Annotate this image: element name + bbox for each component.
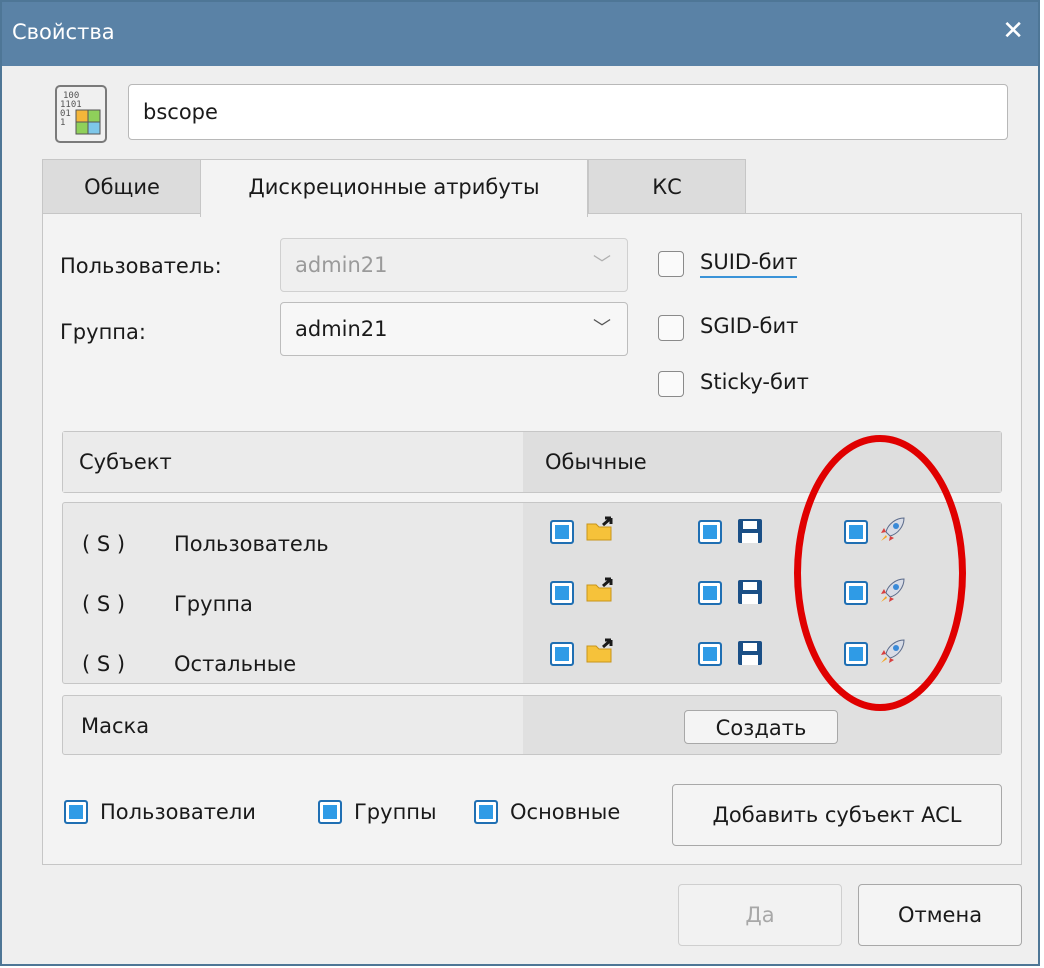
user-read-checkbox[interactable]	[550, 520, 574, 544]
user-label: Пользователь:	[60, 254, 222, 278]
tab-general[interactable]: Общие	[42, 159, 202, 214]
acl-table-header: Субъект Обычные	[62, 431, 1002, 493]
column-subject[interactable]: Субъект	[79, 450, 172, 474]
filter-users-checkbox[interactable]	[64, 800, 88, 824]
user-combo: admin21 ﹀	[280, 238, 628, 292]
window-title: Свойства	[12, 20, 115, 44]
ok-button[interactable]: Да	[678, 884, 842, 946]
user-write-checkbox[interactable]	[698, 520, 722, 544]
tab-discretionary-attributes[interactable]: Дискреционные атрибуты	[200, 159, 588, 217]
user-combo-value: admin21	[295, 253, 388, 277]
chevron-down-icon: ﹀	[593, 318, 611, 339]
mask-label: Маска	[81, 714, 150, 738]
row-tag: ( S )	[82, 532, 126, 556]
user-exec-checkbox[interactable]	[844, 520, 868, 544]
filter-users-label[interactable]: Пользователи	[100, 800, 256, 824]
group-read-checkbox[interactable]	[550, 581, 574, 605]
others-read-checkbox[interactable]	[550, 642, 574, 666]
binary-file-icon: 100 1101 01 1	[55, 85, 107, 143]
row-subject-user[interactable]: Пользователь	[174, 532, 329, 556]
sticky-label[interactable]: Sticky-бит	[700, 370, 809, 394]
properties-dialog: Свойства ✕ 100 1101 01 1 Общие Дискрецио…	[0, 0, 1040, 966]
sgid-checkbox[interactable]	[658, 315, 684, 341]
close-icon[interactable]: ✕	[1002, 16, 1024, 46]
title-bar[interactable]: Свойства ✕	[2, 2, 1038, 66]
row-subject-group[interactable]: Группа	[174, 592, 253, 616]
rocket-icon	[881, 578, 905, 602]
column-regular-permissions[interactable]: Обычные	[545, 450, 647, 474]
filter-basic-label[interactable]: Основные	[510, 800, 620, 824]
folder-open-icon	[586, 577, 613, 602]
sticky-checkbox[interactable]	[658, 371, 684, 397]
filter-groups-checkbox[interactable]	[318, 800, 342, 824]
rocket-icon	[881, 639, 905, 663]
mask-row: Маска	[62, 695, 1002, 755]
group-label: Группа:	[60, 320, 146, 344]
rocket-icon	[881, 517, 905, 541]
row-tag: ( S )	[82, 592, 126, 616]
cancel-button[interactable]: Отмена	[858, 884, 1022, 946]
filter-groups-label[interactable]: Группы	[354, 800, 437, 824]
save-icon	[738, 519, 762, 543]
group-combo[interactable]: admin21 ﹀	[280, 302, 628, 356]
add-acl-subject-button[interactable]: Добавить субъект ACL	[672, 784, 1002, 846]
svg-text:1: 1	[60, 118, 65, 128]
folder-open-icon	[586, 638, 613, 663]
filter-basic-checkbox[interactable]	[474, 800, 498, 824]
create-mask-button[interactable]: Создать	[684, 710, 838, 744]
chevron-down-icon: ﹀	[593, 254, 611, 275]
group-combo-value: admin21	[295, 317, 388, 341]
suid-checkbox[interactable]	[658, 251, 684, 277]
save-icon	[738, 641, 762, 665]
row-subject-others[interactable]: Остальные	[174, 652, 296, 676]
save-icon	[738, 580, 762, 604]
others-exec-checkbox[interactable]	[844, 642, 868, 666]
tab-ks[interactable]: КС	[588, 159, 746, 214]
sgid-label[interactable]: SGID-бит	[700, 314, 798, 338]
others-write-checkbox[interactable]	[698, 642, 722, 666]
folder-open-icon	[586, 516, 613, 541]
group-exec-checkbox[interactable]	[844, 581, 868, 605]
suid-label[interactable]: SUID-бит	[700, 250, 798, 278]
row-tag: ( S )	[82, 652, 126, 676]
group-write-checkbox[interactable]	[698, 581, 722, 605]
file-name-input[interactable]	[128, 84, 1008, 140]
